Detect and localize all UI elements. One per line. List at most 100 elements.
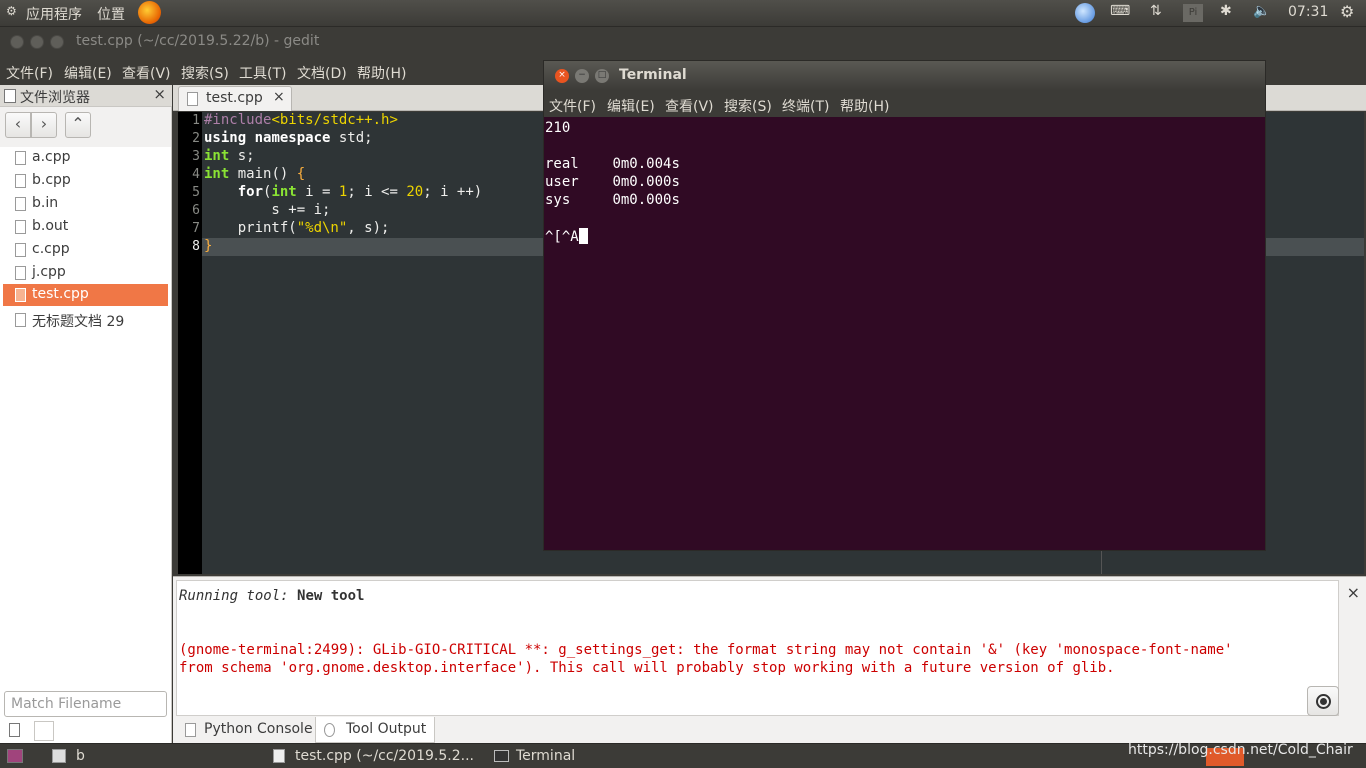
bottom-panel: Running tool: New tool (gnome-terminal:2…: [173, 576, 1366, 743]
menu-help[interactable]: 帮助(H): [357, 63, 406, 83]
file-icon: [15, 174, 26, 188]
taskbar-item-b[interactable]: b: [76, 748, 85, 764]
tab-close-button[interactable]: ×: [273, 89, 285, 105]
documents-tab-icon[interactable]: [34, 721, 54, 741]
margin-divider: [1101, 550, 1102, 574]
gedit-titlebar: test.cpp (~/cc/2019.5.22/b) - gedit: [0, 27, 1366, 57]
list-item[interactable]: j.cpp: [3, 262, 168, 284]
gedit-window-title: test.cpp (~/cc/2019.5.22/b) - gedit: [76, 33, 320, 49]
menu-file[interactable]: 文件(F): [6, 63, 53, 83]
stop-tool-button[interactable]: [1307, 686, 1339, 716]
line-number: 5: [192, 185, 200, 200]
clock[interactable]: 07:31: [1288, 4, 1328, 20]
terminal-maximize-icon[interactable]: □: [595, 69, 609, 83]
tab-python-console[interactable]: Python Console: [177, 717, 315, 743]
output-line: user 0m0.000s: [545, 174, 680, 190]
error-line-2: from schema 'org.gnome.desktop.interface…: [179, 660, 1115, 676]
menu-view[interactable]: 查看(V): [122, 63, 171, 83]
match-filename-input[interactable]: Match Filename: [4, 691, 167, 717]
menu-edit[interactable]: 编辑(E): [64, 63, 112, 83]
file-icon: [15, 288, 26, 302]
list-item-selected[interactable]: test.cpp: [3, 284, 168, 306]
code-line-5: for(int i = 1; i <= 20; i ++): [237, 184, 483, 200]
close-window-button[interactable]: [10, 35, 24, 49]
forward-button[interactable]: ›: [31, 112, 57, 138]
network-icon[interactable]: ⇅: [1150, 3, 1162, 19]
terminal-minimize-icon[interactable]: −: [575, 69, 589, 83]
bluetooth-icon[interactable]: ✱: [1220, 3, 1232, 19]
output-line: sys 0m0.000s: [545, 192, 680, 208]
bottom-panel-close-button[interactable]: ×: [1347, 583, 1360, 602]
file-icon: [15, 266, 26, 280]
list-item[interactable]: b.cpp: [3, 170, 168, 192]
file-browser-tab-icon[interactable]: [9, 723, 20, 737]
watermark: https://blog.csdn.net/Cold_Chair: [1128, 742, 1353, 758]
bottom-taskbar: b test.cpp (~/cc/2019.5.2... Terminal ht…: [0, 742, 1366, 768]
tool-output-area[interactable]: Running tool: New tool (gnome-terminal:2…: [176, 580, 1339, 716]
apps-menu[interactable]: 应用程序: [26, 4, 82, 24]
terminal-menu-edit[interactable]: 编辑(E): [607, 96, 655, 116]
file-icon: [15, 243, 26, 257]
settings-gear-icon[interactable]: ⚙: [1340, 2, 1354, 21]
menu-search[interactable]: 搜索(S): [181, 63, 229, 83]
terminal-close-icon[interactable]: ×: [555, 69, 569, 83]
file-icon: [15, 151, 26, 165]
browser-indicator-icon[interactable]: [1075, 3, 1095, 23]
tool-icon: [324, 723, 335, 737]
code-line-7: printf("%d\n", s);: [204, 220, 390, 236]
menu-documents[interactable]: 文档(D): [297, 63, 347, 83]
places-menu[interactable]: 位置: [97, 4, 125, 24]
list-item[interactable]: b.in: [3, 193, 168, 215]
line-number: 3: [192, 149, 200, 164]
up-button[interactable]: ⌃: [65, 112, 91, 138]
error-line-1: (gnome-terminal:2499): GLib-GIO-CRITICAL…: [179, 642, 1233, 658]
output-line: 210: [545, 120, 571, 136]
running-tool-line: Running tool: New tool: [179, 588, 365, 604]
tab-label: test.cpp: [206, 90, 263, 106]
input-method-icon[interactable]: Pi: [1183, 4, 1203, 22]
terminal-title: Terminal: [619, 67, 687, 83]
terminal-icon: [494, 750, 509, 762]
gedit-icon: [273, 749, 285, 763]
taskbar-item-gedit[interactable]: test.cpp (~/cc/2019.5.2...: [295, 748, 474, 764]
file-manager-icon: [52, 749, 66, 763]
line-number: 4: [192, 167, 200, 182]
code-line-3: int s;: [204, 148, 255, 164]
terminal-menu-terminal[interactable]: 终端(T): [782, 96, 829, 116]
apps-icon[interactable]: ⚙: [6, 4, 17, 18]
tab-tool-output[interactable]: Tool Output: [315, 717, 435, 743]
list-item[interactable]: a.cpp: [3, 147, 168, 169]
volume-icon[interactable]: 🔈: [1253, 3, 1270, 19]
terminal-menu-view[interactable]: 查看(V): [665, 96, 714, 116]
terminal-menu-search[interactable]: 搜索(S): [724, 96, 772, 116]
file-icon: [15, 197, 26, 211]
file-browser-icon: [4, 89, 16, 103]
maximize-window-button[interactable]: [50, 35, 64, 49]
terminal-menu-file[interactable]: 文件(F): [549, 96, 596, 116]
tab-test-cpp[interactable]: test.cpp ×: [178, 86, 292, 111]
minimize-window-button[interactable]: [30, 35, 44, 49]
code-line-4: int main() {: [204, 166, 306, 182]
firefox-icon[interactable]: [138, 1, 161, 24]
line-number: 2: [192, 131, 200, 146]
taskbar-item-terminal[interactable]: Terminal: [516, 748, 575, 764]
menu-tools[interactable]: 工具(T): [239, 63, 286, 83]
code-line-2: using namespace std;: [204, 130, 373, 146]
list-item[interactable]: b.out: [3, 216, 168, 238]
line-number-gutter: 1 2 3 4 5 6 7 8: [178, 112, 202, 574]
keyboard-icon[interactable]: ⌨: [1110, 3, 1130, 19]
file-list: a.cpp b.cpp b.in b.out c.cpp j.cpp test.…: [0, 147, 171, 747]
top-panel: ⚙ 应用程序 位置 ⌨ ⇅ Pi ✱ 🔈 07:31 ⚙: [0, 0, 1366, 27]
list-item[interactable]: c.cpp: [3, 239, 168, 261]
python-icon: [185, 723, 196, 737]
terminal-output[interactable]: 210 real 0m0.004s user 0m0.000s sys 0m0.…: [544, 117, 1265, 551]
list-item[interactable]: 无标题文档 29: [3, 309, 168, 331]
side-panel-header: 文件浏览器 ×: [0, 85, 172, 107]
terminal-window: × − □ Terminal 文件(F) 编辑(E) 查看(V) 搜索(S) 终…: [543, 60, 1266, 551]
stop-icon: [1316, 694, 1331, 709]
side-panel-close-button[interactable]: ×: [153, 85, 166, 103]
show-desktop-icon[interactable]: [7, 749, 23, 763]
back-button[interactable]: ‹: [5, 112, 31, 138]
text-cursor: [578, 228, 588, 244]
terminal-menu-help[interactable]: 帮助(H): [840, 96, 889, 116]
